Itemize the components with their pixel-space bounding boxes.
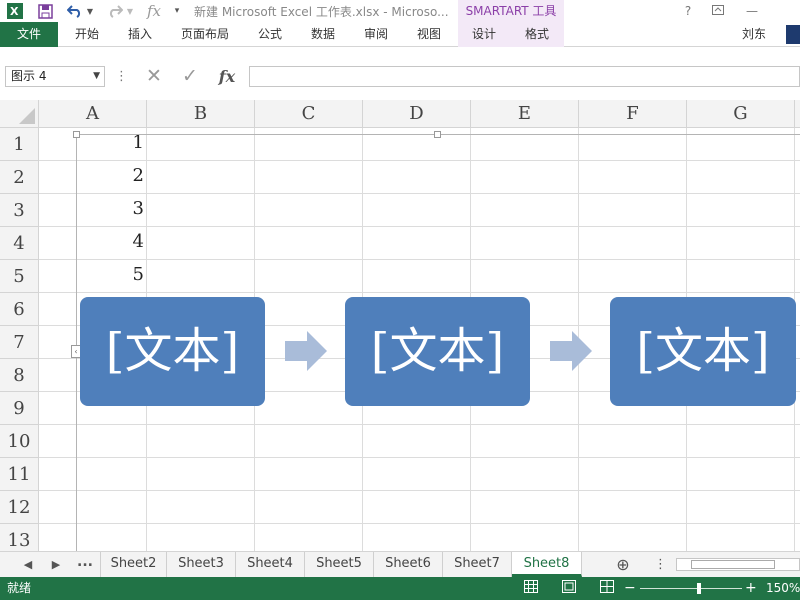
- resize-handle[interactable]: [434, 131, 441, 138]
- formula-input[interactable]: [249, 66, 800, 87]
- page-break-view-icon[interactable]: [598, 580, 616, 597]
- column-header-h[interactable]: [795, 100, 800, 128]
- arrow-right-icon: [550, 331, 592, 371]
- tab-design[interactable]: 设计: [472, 22, 496, 47]
- row-header-12[interactable]: 12: [0, 491, 39, 524]
- more-icon[interactable]: ⋮: [115, 66, 128, 87]
- redo-icon[interactable]: [106, 2, 124, 20]
- zoom-slider-knob[interactable]: [697, 583, 701, 594]
- column-header-b[interactable]: B: [147, 100, 255, 128]
- sheet-tab-2[interactable]: Sheet2: [100, 552, 167, 577]
- horizontal-scrollbar[interactable]: [676, 558, 800, 571]
- tab-home[interactable]: 开始: [75, 22, 99, 47]
- smartart-tools-label: SMARTART 工具: [458, 0, 564, 22]
- arrow-right-icon: [285, 331, 327, 371]
- undo-icon[interactable]: [66, 2, 84, 20]
- avatar[interactable]: [786, 25, 800, 44]
- scroll-left-icon[interactable]: ◀: [20, 552, 36, 577]
- sheet-tab-8[interactable]: Sheet8: [512, 552, 582, 577]
- select-all-button[interactable]: [0, 100, 39, 128]
- smartart-shape-3[interactable]: [文本]: [610, 297, 796, 406]
- more-sheets-button[interactable]: ...: [70, 552, 100, 577]
- zoom-out-icon[interactable]: −: [624, 577, 636, 600]
- tab-file[interactable]: 文件: [0, 22, 58, 47]
- column-header-g[interactable]: G: [687, 100, 795, 128]
- page-layout-view-icon[interactable]: [560, 580, 578, 597]
- help-icon[interactable]: ?: [676, 2, 700, 20]
- zoom-level[interactable]: 150%: [766, 577, 800, 600]
- name-box-value: 图示 4: [11, 69, 47, 83]
- sheet-tab-bar: ◀ ▶ ... Sheet2 Sheet3 Sheet4 Sheet5 Shee…: [0, 551, 800, 577]
- cancel-icon[interactable]: ✕: [140, 66, 168, 87]
- fx-icon[interactable]: fx: [144, 2, 164, 20]
- row-header-5[interactable]: 5: [0, 260, 39, 293]
- status-bar: 就绪 − + 150%: [0, 577, 800, 600]
- sheet-tab-6[interactable]: Sheet6: [374, 552, 443, 577]
- save-icon[interactable]: [36, 2, 54, 20]
- row-header-9[interactable]: 9: [0, 392, 39, 425]
- scroll-right-icon[interactable]: ▶: [48, 552, 64, 577]
- tab-data[interactable]: 数据: [311, 22, 335, 47]
- user-name[interactable]: 刘东: [742, 22, 766, 47]
- zoom-slider[interactable]: [640, 588, 742, 589]
- zoom-in-icon[interactable]: +: [745, 577, 757, 600]
- column-header-f[interactable]: F: [579, 100, 687, 128]
- title-bar: X ▼ ▼ fx ▾ 新建 Microsoft Excel 工作表.xlsx -…: [0, 0, 800, 22]
- row-header-11[interactable]: 11: [0, 458, 39, 491]
- row-header-7[interactable]: 7: [0, 326, 39, 359]
- column-header-a[interactable]: A: [39, 100, 147, 128]
- redo-dropdown-icon[interactable]: ▼: [126, 2, 134, 20]
- normal-view-icon[interactable]: [522, 580, 540, 597]
- more-icon[interactable]: ⋮: [654, 552, 667, 577]
- minimize-icon[interactable]: —: [740, 2, 764, 20]
- sheet-tab-5[interactable]: Sheet5: [305, 552, 374, 577]
- row-header-4[interactable]: 4: [0, 227, 39, 260]
- row-header-3[interactable]: 3: [0, 194, 39, 227]
- smartart-shape-2[interactable]: [文本]: [345, 297, 530, 406]
- column-header-c[interactable]: C: [255, 100, 363, 128]
- row-header-8[interactable]: 8: [0, 359, 39, 392]
- name-box[interactable]: 图示 4 ▼: [5, 66, 105, 87]
- window-title: 新建 Microsoft Excel 工作表.xlsx - Microso...: [194, 5, 449, 19]
- column-header-d[interactable]: D: [363, 100, 471, 128]
- tab-format[interactable]: 格式: [525, 22, 549, 47]
- formula-bar: 图示 4 ▼ ⋮ ✕ ✓ fx: [0, 47, 800, 100]
- resize-handle[interactable]: [73, 131, 80, 138]
- row-header-1[interactable]: 1: [0, 128, 39, 161]
- undo-dropdown-icon[interactable]: ▼: [86, 2, 94, 20]
- tab-insert[interactable]: 插入: [128, 22, 152, 47]
- customize-qat-icon[interactable]: ▾: [172, 2, 182, 20]
- chevron-down-icon[interactable]: ▼: [93, 67, 100, 86]
- excel-window: X ▼ ▼ fx ▾ 新建 Microsoft Excel 工作表.xlsx -…: [0, 0, 800, 600]
- row-header-13[interactable]: 13: [0, 524, 39, 551]
- tab-page-layout[interactable]: 页面布局: [181, 22, 229, 47]
- row-header-6[interactable]: 6: [0, 293, 39, 326]
- add-sheet-icon[interactable]: ⊕: [612, 552, 634, 577]
- sheet-tab-4[interactable]: Sheet4: [236, 552, 305, 577]
- status-text: 就绪: [7, 581, 32, 595]
- row-header-10[interactable]: 10: [0, 425, 39, 458]
- ribbon-display-icon[interactable]: [706, 2, 730, 20]
- column-header-e[interactable]: E: [471, 100, 579, 128]
- svg-text:X: X: [10, 5, 19, 18]
- tab-view[interactable]: 视图: [417, 22, 441, 47]
- smartart-context-tabs: 设计 格式: [458, 22, 564, 47]
- sheet-tab-3[interactable]: Sheet3: [167, 552, 236, 577]
- ribbon-tabs: 文件 开始 插入 页面布局 公式 数据 审阅 视图 设计 格式 刘东: [0, 22, 800, 47]
- enter-icon[interactable]: ✓: [176, 66, 204, 87]
- scrollbar-thumb[interactable]: [691, 560, 775, 569]
- excel-logo-icon[interactable]: X: [6, 2, 24, 20]
- tab-review[interactable]: 审阅: [364, 22, 388, 47]
- smartart-shape-1[interactable]: [文本]: [80, 297, 265, 406]
- tab-formulas[interactable]: 公式: [258, 22, 282, 47]
- sheet-tab-7[interactable]: Sheet7: [443, 552, 512, 577]
- insert-function-icon[interactable]: fx: [212, 66, 242, 87]
- row-header-2[interactable]: 2: [0, 161, 39, 194]
